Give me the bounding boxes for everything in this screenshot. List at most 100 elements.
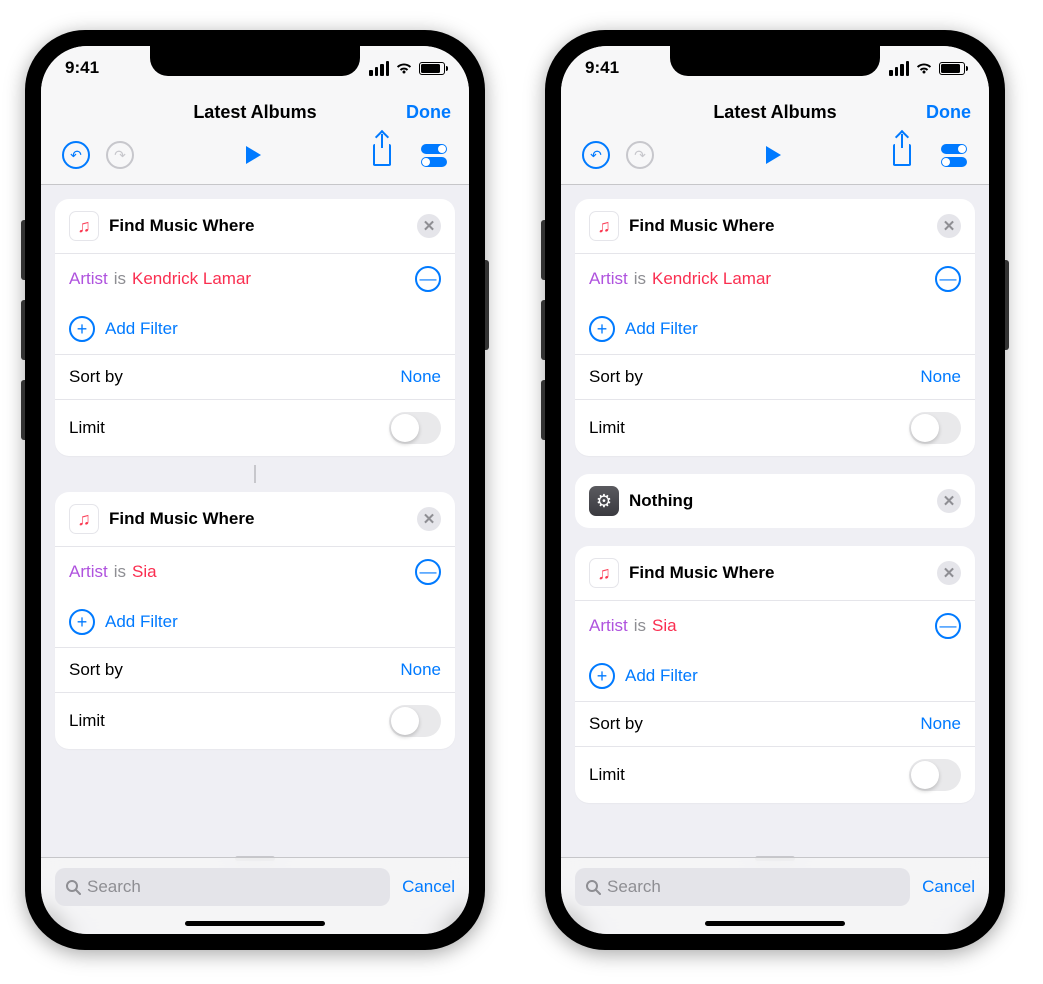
add-filter-button[interactable]: + Add Filter <box>575 304 975 354</box>
delete-action-button[interactable]: ✕ <box>937 489 961 513</box>
plus-icon: + <box>589 316 615 342</box>
card-title: Find Music Where <box>629 216 927 236</box>
card-title: Find Music Where <box>109 509 407 529</box>
remove-filter-button[interactable]: — <box>935 266 961 292</box>
play-icon <box>766 146 781 164</box>
filter-row[interactable]: Artist is Sia — <box>55 547 455 597</box>
filter-operator[interactable]: is <box>114 269 126 289</box>
limit-row: Limit <box>575 399 975 456</box>
filter-value[interactable]: Sia <box>652 616 677 636</box>
share-button[interactable] <box>885 138 919 172</box>
filter-row[interactable]: Artist is Kendrick Lamar — <box>55 254 455 304</box>
limit-label: Limit <box>69 711 105 731</box>
sort-by-row[interactable]: Sort by None <box>55 354 455 399</box>
find-music-card: ♫ Find Music Where ✕ Artist is Kendrick … <box>55 199 455 456</box>
status-time: 9:41 <box>585 58 619 78</box>
undo-button[interactable]: ↶ <box>59 138 93 172</box>
search-placeholder: Search <box>87 877 141 897</box>
done-button[interactable]: Done <box>926 102 971 123</box>
run-button[interactable] <box>754 138 788 172</box>
limit-toggle[interactable] <box>389 412 441 444</box>
sort-by-value[interactable]: None <box>920 367 961 387</box>
limit-label: Limit <box>589 418 625 438</box>
search-input[interactable]: Search <box>55 868 390 906</box>
remove-filter-button[interactable]: — <box>415 266 441 292</box>
navigation-bar: Latest Albums Done ↶ ↷ <box>41 90 469 185</box>
filter-row[interactable]: Artist is Sia — <box>575 601 975 651</box>
music-app-icon: ♫ <box>589 211 619 241</box>
actions-canvas[interactable]: ♫ Find Music Where ✕ Artist is Kendrick … <box>561 185 989 851</box>
add-filter-button[interactable]: + Add Filter <box>575 651 975 701</box>
limit-label: Limit <box>589 765 625 785</box>
battery-icon <box>419 62 445 75</box>
filter-row[interactable]: Artist is Kendrick Lamar — <box>575 254 975 304</box>
undo-button[interactable]: ↶ <box>579 138 613 172</box>
sort-by-label: Sort by <box>69 660 123 680</box>
filter-operator[interactable]: is <box>634 269 646 289</box>
cellular-signal-icon <box>369 61 389 76</box>
delete-action-button[interactable]: ✕ <box>937 214 961 238</box>
filter-field[interactable]: Artist <box>589 269 628 289</box>
delete-action-button[interactable]: ✕ <box>937 561 961 585</box>
limit-row: Limit <box>575 746 975 803</box>
remove-filter-button[interactable]: — <box>935 613 961 639</box>
shortcut-settings-button[interactable] <box>417 138 451 172</box>
filter-value[interactable]: Kendrick Lamar <box>652 269 771 289</box>
filter-value[interactable]: Sia <box>132 562 157 582</box>
done-button[interactable]: Done <box>406 102 451 123</box>
status-time: 9:41 <box>65 58 99 78</box>
filter-field[interactable]: Artist <box>69 562 108 582</box>
sort-by-label: Sort by <box>589 714 643 734</box>
sort-by-row[interactable]: Sort by None <box>55 647 455 692</box>
run-button[interactable] <box>234 138 268 172</box>
music-app-icon: ♫ <box>69 211 99 241</box>
sort-by-value[interactable]: None <box>920 714 961 734</box>
cancel-button[interactable]: Cancel <box>402 877 455 897</box>
remove-filter-button[interactable]: — <box>415 559 441 585</box>
filter-field[interactable]: Artist <box>589 616 628 636</box>
battery-icon <box>939 62 965 75</box>
plus-icon: + <box>69 609 95 635</box>
settings-toggles-icon <box>941 144 967 167</box>
home-indicator[interactable] <box>185 921 325 926</box>
limit-row: Limit <box>55 399 455 456</box>
search-icon <box>585 879 601 895</box>
sort-by-value[interactable]: None <box>400 367 441 387</box>
limit-toggle[interactable] <box>909 412 961 444</box>
add-filter-button[interactable]: + Add Filter <box>55 304 455 354</box>
actions-canvas[interactable]: ♫ Find Music Where ✕ Artist is Kendrick … <box>41 185 469 851</box>
iphone-device-frame: 9:41 Latest Albums Done ↶ ↷ <box>25 30 485 950</box>
find-music-card: ♫ Find Music Where ✕ Artist is Kendrick … <box>575 199 975 456</box>
nothing-action-card: ⚙ Nothing ✕ <box>575 474 975 528</box>
add-filter-button[interactable]: + Add Filter <box>55 597 455 647</box>
music-app-icon: ♫ <box>69 504 99 534</box>
delete-action-button[interactable]: ✕ <box>417 507 441 531</box>
shortcut-settings-button[interactable] <box>937 138 971 172</box>
filter-field[interactable]: Artist <box>69 269 108 289</box>
sort-by-row[interactable]: Sort by None <box>575 701 975 746</box>
sort-by-row[interactable]: Sort by None <box>575 354 975 399</box>
share-button[interactable] <box>365 138 399 172</box>
find-music-card: ♫ Find Music Where ✕ Artist is Sia — + A… <box>55 492 455 749</box>
search-input[interactable]: Search <box>575 868 910 906</box>
device-notch <box>670 46 880 76</box>
filter-operator[interactable]: is <box>634 616 646 636</box>
plus-icon: + <box>589 663 615 689</box>
cancel-button[interactable]: Cancel <box>922 877 975 897</box>
limit-row: Limit <box>55 692 455 749</box>
filter-value[interactable]: Kendrick Lamar <box>132 269 251 289</box>
plus-icon: + <box>69 316 95 342</box>
filter-operator[interactable]: is <box>114 562 126 582</box>
home-indicator[interactable] <box>705 921 845 926</box>
share-icon <box>893 144 911 166</box>
gear-icon: ⚙ <box>589 486 619 516</box>
sort-by-value[interactable]: None <box>400 660 441 680</box>
redo-button[interactable]: ↷ <box>103 138 137 172</box>
share-icon <box>373 144 391 166</box>
settings-toggles-icon <box>421 144 447 167</box>
redo-button[interactable]: ↷ <box>623 138 657 172</box>
wifi-icon <box>915 61 933 75</box>
limit-toggle[interactable] <box>389 705 441 737</box>
delete-action-button[interactable]: ✕ <box>417 214 441 238</box>
limit-toggle[interactable] <box>909 759 961 791</box>
